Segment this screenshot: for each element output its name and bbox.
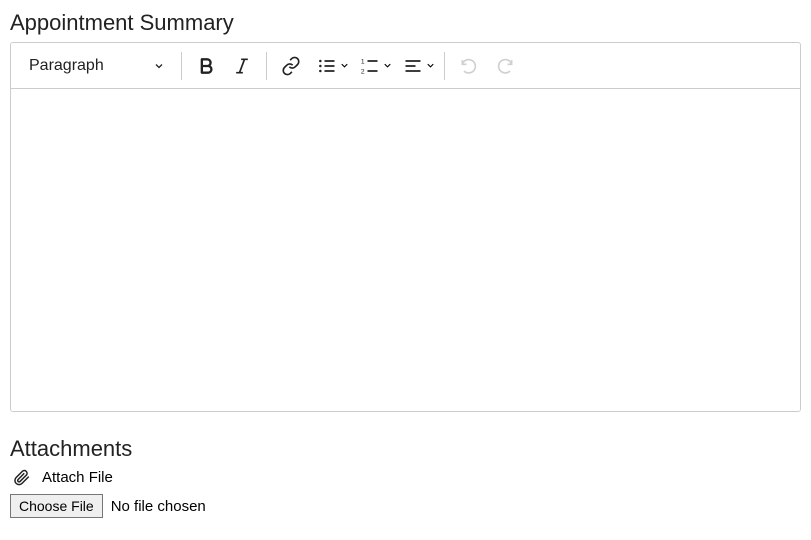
attach-file-label: Attach File [42,469,113,486]
chevron-down-icon [339,60,350,71]
undo-button[interactable] [451,48,487,84]
toolbar-divider [266,52,267,80]
redo-button[interactable] [487,48,523,84]
attachments-heading: Attachments [10,436,801,462]
align-button[interactable] [395,48,438,84]
summary-heading: Appointment Summary [10,10,801,36]
svg-text:1: 1 [361,58,365,65]
bold-button[interactable] [188,48,224,84]
link-button[interactable] [273,48,309,84]
paperclip-icon [10,468,34,486]
bullet-list-button[interactable] [309,48,352,84]
block-type-label: Paragraph [29,57,104,75]
choose-file-button[interactable]: Choose File [10,494,103,518]
chevron-down-icon [382,60,393,71]
undo-icon [459,56,479,76]
redo-icon [495,56,515,76]
toolbar-divider [444,52,445,80]
rich-text-editor: Paragraph [10,42,801,412]
toolbar-divider [181,52,182,80]
bullet-list-icon [317,56,337,76]
numbered-list-button[interactable]: 12 [352,48,395,84]
bold-icon [196,56,216,76]
chevron-down-icon [153,60,165,72]
numbered-list-icon: 12 [360,56,380,76]
chevron-down-icon [425,60,436,71]
align-icon [403,56,423,76]
attach-file-row: Attach File [10,468,801,486]
file-status-text: No file chosen [111,498,206,515]
file-input-row: Choose File No file chosen [10,494,801,518]
editor-content-area[interactable] [11,89,800,411]
attachments-section: Attachments Attach File Choose File No f… [10,436,801,518]
svg-text:2: 2 [361,68,365,75]
italic-icon [232,56,252,76]
link-icon [281,56,301,76]
block-type-select[interactable]: Paragraph [15,51,175,81]
italic-button[interactable] [224,48,260,84]
editor-toolbar: Paragraph [11,43,800,89]
